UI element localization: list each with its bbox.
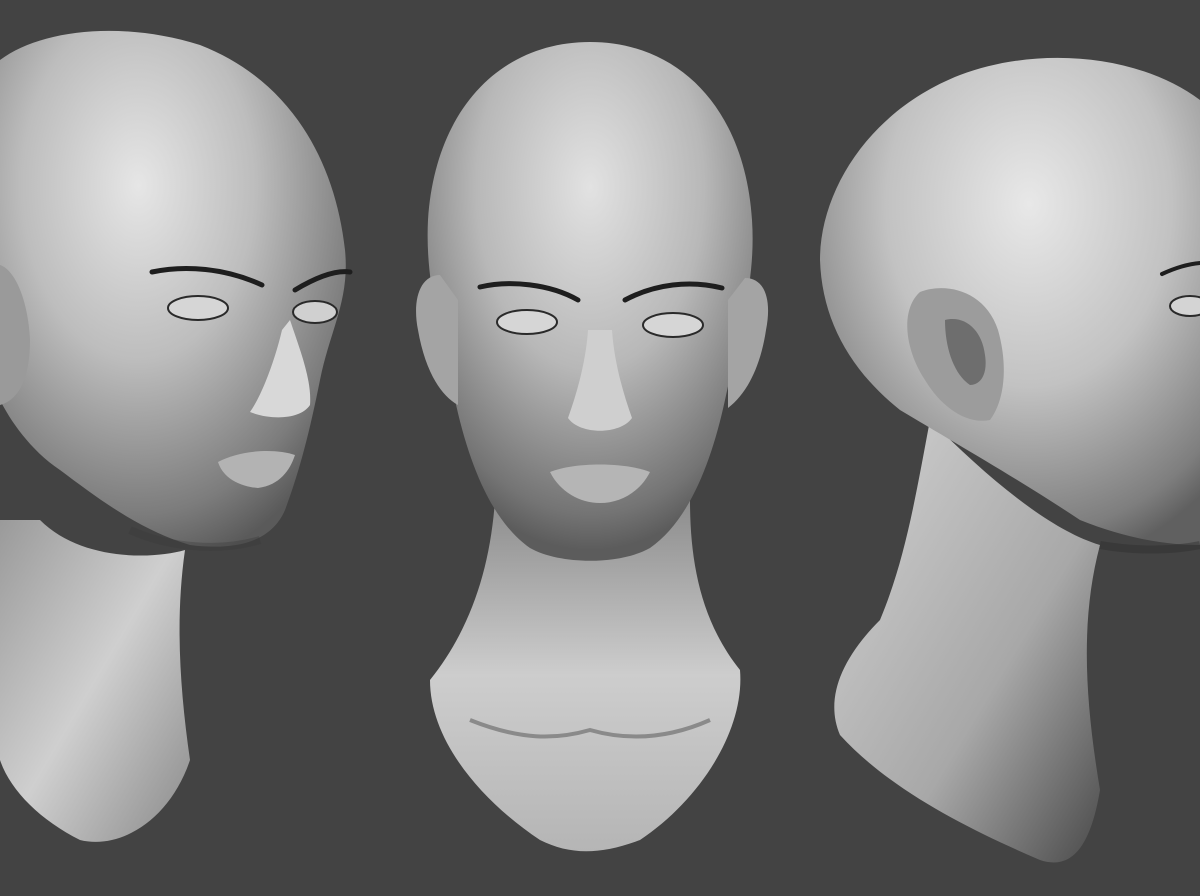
render-canvas	[0, 30, 1200, 863]
neck-left	[0, 520, 190, 842]
head-front	[416, 42, 769, 852]
head-three-quarter-left	[0, 30, 353, 842]
eye-right	[1169, 295, 1200, 317]
eye-front-2	[642, 312, 704, 338]
skull-right	[820, 57, 1200, 546]
eye-left-2	[292, 300, 338, 324]
ear-front-right	[728, 278, 769, 408]
eye-front-1	[496, 309, 558, 335]
jaw-shadow-right	[1099, 541, 1200, 554]
sculpt-viewport[interactable]	[0, 0, 1200, 896]
eye-left-1	[167, 295, 229, 321]
head-three-quarter-right	[820, 57, 1200, 863]
ear-front-left	[416, 275, 458, 405]
